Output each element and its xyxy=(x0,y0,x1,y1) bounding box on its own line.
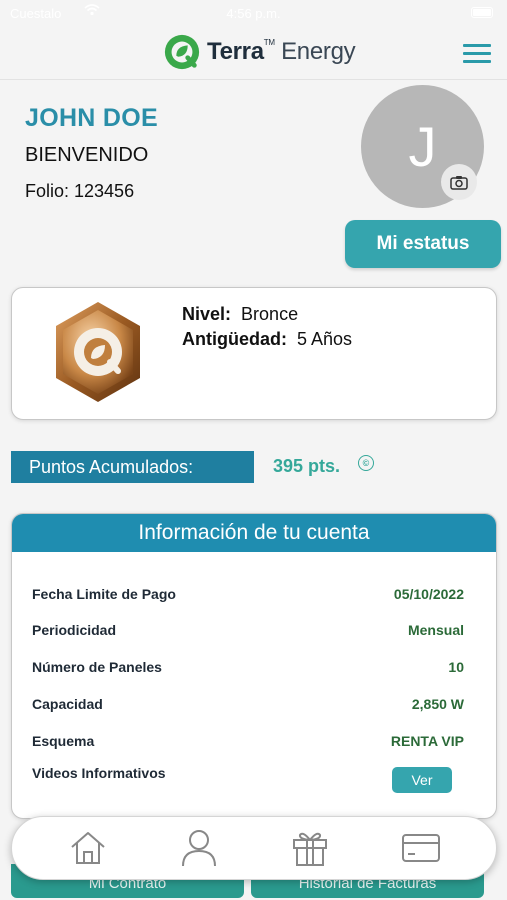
info-label: Número de Paneles xyxy=(32,659,162,675)
user-icon[interactable] xyxy=(179,828,219,868)
info-row-paneles: Número de Paneles 10 xyxy=(32,655,464,679)
level-card: Nivel: Bronce Antigüedad: 5 Años xyxy=(11,287,497,420)
info-row-esquema: Esquema RENTA VIP xyxy=(32,729,464,753)
info-value: 05/10/2022 xyxy=(393,586,464,602)
brand-trademark: TM xyxy=(263,38,275,47)
antiguedad-row: Antigüedad: 5 Años xyxy=(182,329,352,350)
info-row-videos: Videos Informativos Ver xyxy=(32,765,464,795)
app-header: TerraTM Energy xyxy=(0,28,507,80)
info-label: Esquema xyxy=(32,733,95,749)
hamburger-menu-icon[interactable] xyxy=(463,44,491,64)
nivel-label: Nivel: xyxy=(182,304,232,324)
info-row-periodicidad: Periodicidad Mensual xyxy=(32,618,464,642)
info-value: Mensual xyxy=(407,622,464,638)
bottom-tab-bar xyxy=(11,816,497,880)
welcome-text: BIENVENIDO xyxy=(25,144,149,166)
info-value: 2,850 W xyxy=(411,696,464,712)
account-card-title: Información de tu cuenta xyxy=(12,514,496,552)
folio-number: Folio: 123456 xyxy=(25,181,135,201)
camera-icon[interactable] xyxy=(441,164,477,200)
info-label: Periodicidad xyxy=(32,622,117,638)
nivel-row: Nivel: Bronce xyxy=(182,304,298,325)
points-label: Puntos Acumulados: xyxy=(11,451,254,483)
antiguedad-value: 5 Años xyxy=(297,329,353,349)
mi-estatus-button[interactable]: Mi estatus xyxy=(345,220,501,268)
account-info-card: Información de tu cuenta Fecha Limite de… xyxy=(11,513,497,819)
brand-light: Energy xyxy=(281,38,356,65)
clock-time: 4:56 p.m. xyxy=(226,6,281,21)
info-label: Capacidad xyxy=(32,696,103,712)
avatar-initial: J xyxy=(408,115,437,178)
user-name: JOHN DOE xyxy=(25,104,158,132)
brand-name: TerraTM Energy xyxy=(207,38,356,66)
battery-icon xyxy=(471,7,493,18)
terra-energy-logo: TerraTM Energy xyxy=(163,32,356,72)
bronze-badge-icon xyxy=(56,302,140,402)
info-label: Fecha Limite de Pago xyxy=(32,586,176,602)
gift-icon[interactable] xyxy=(290,828,330,868)
copyright-circle-icon: © xyxy=(358,455,374,471)
info-value: 10 xyxy=(448,659,464,675)
info-row-fecha-limite: Fecha Limite de Pago 05/10/2022 xyxy=(32,582,464,606)
ver-videos-button[interactable]: Ver xyxy=(392,767,452,793)
info-label: Videos Informativos xyxy=(32,765,166,781)
brand-bold: Terra xyxy=(207,38,264,65)
credit-card-icon[interactable] xyxy=(401,828,441,868)
home-icon[interactable] xyxy=(68,828,108,868)
terra-leaf-logo-icon xyxy=(164,34,200,70)
status-bar: Cuestalo 4:56 p.m. xyxy=(0,0,507,28)
nivel-value: Bronce xyxy=(241,304,299,324)
points-value: 395 pts. xyxy=(273,456,341,476)
info-value: RENTA VIP xyxy=(390,733,464,749)
antiguedad-label: Antigüedad: xyxy=(182,329,287,349)
info-row-capacidad: Capacidad 2,850 W xyxy=(32,692,464,716)
